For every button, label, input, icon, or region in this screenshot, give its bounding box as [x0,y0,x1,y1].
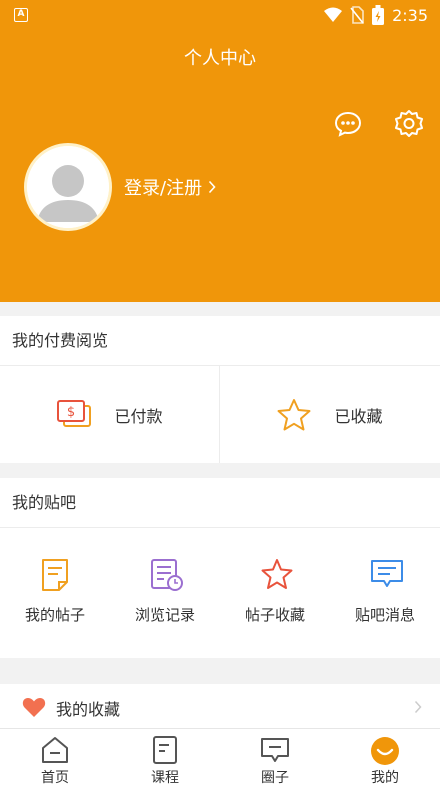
paid-item-favorited[interactable]: 已收藏 [220,366,439,463]
status-bar: A 2:35 [0,0,440,30]
tieba-item-post-favorites[interactable]: 帖子收藏 [220,528,330,658]
tab-label: 我的 [371,770,399,785]
paid-item-paid[interactable]: $ 已付款 [0,366,219,463]
profile-icon [371,737,399,765]
chevron-right-icon [414,700,422,714]
tab-label: 首页 [41,770,69,785]
bottom-tab-bar: 首页 课程 圈子 我的 [0,728,440,785]
payment-icon: $ [57,399,92,427]
course-icon [153,736,177,764]
chevron-right-icon [208,180,216,194]
message-icon[interactable] [332,108,364,140]
tieba-item-label: 我的帖子 [24,606,85,624]
battery-charging-icon [372,5,385,25]
tab-label: 课程 [151,770,179,785]
status-time: 2:35 [392,5,428,25]
tieba-item-label: 贴吧消息 [354,606,415,624]
paid-card: $ 已付款 已收藏 [0,366,440,463]
favorites-row[interactable]: 我的收藏 [0,684,440,730]
page-title: 个人中心 [184,48,256,69]
login-register-link[interactable]: 登录/注册 [124,174,216,200]
section-title-paid: 我的付费阅览 [0,316,440,366]
tieba-item-history[interactable]: 浏览记录 [110,528,220,658]
history-icon [151,559,183,591]
tab-circle[interactable]: 圈子 [220,729,330,785]
tieba-item-messages[interactable]: 贴吧消息 [330,528,440,658]
circle-icon [261,738,289,762]
tieba-card: 我的帖子 浏览记录 帖子收藏 贴吧消息 [0,528,440,658]
paid-item-label: 已付款 [114,406,163,426]
tab-profile[interactable]: 我的 [330,729,440,785]
gear-icon[interactable] [393,108,425,140]
wifi-icon [324,7,343,22]
heart-icon [22,698,46,717]
message-icon [371,560,403,587]
section-title-tieba: 我的贴吧 [0,478,440,528]
tieba-item-my-posts[interactable]: 我的帖子 [0,528,110,658]
favorites-label: 我的收藏 [56,700,121,719]
tieba-item-label: 浏览记录 [134,606,195,624]
svg-text:$: $ [67,405,75,420]
star-icon [261,559,293,589]
login-register-label: 登录/注册 [124,178,203,199]
favorited-item-label: 已收藏 [334,406,383,426]
home-icon [42,737,68,763]
document-icon [42,559,68,591]
avatar[interactable] [24,143,112,231]
star-icon [277,398,311,430]
tieba-item-label: 帖子收藏 [244,606,305,624]
tab-course[interactable]: 课程 [110,729,220,785]
no-sim-icon [350,6,364,24]
notification-app-icon: A [14,8,28,22]
profile-header: A 2:35 个人中心 登录/注册 [0,0,440,302]
tab-label: 圈子 [261,770,289,785]
tab-home[interactable]: 首页 [0,729,110,785]
